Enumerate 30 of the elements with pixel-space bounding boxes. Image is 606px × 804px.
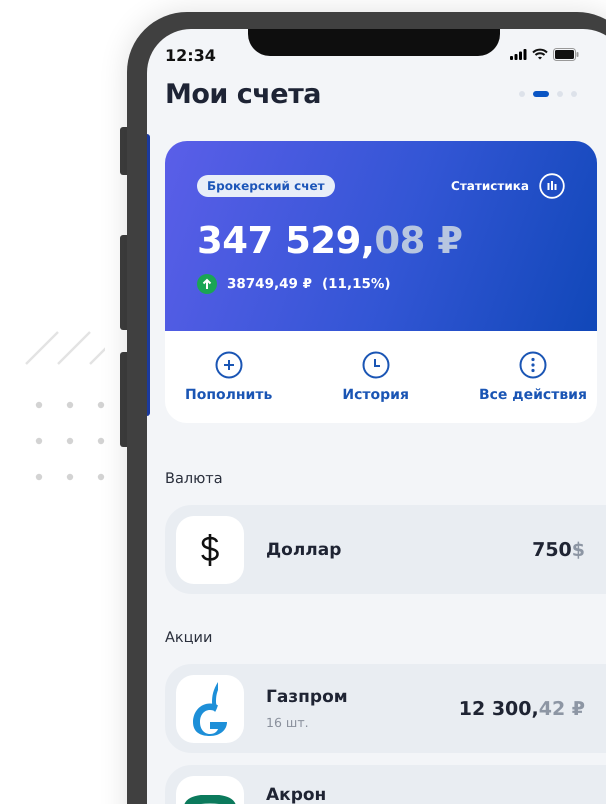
asset-row[interactable]: Акрон <box>165 765 606 804</box>
asset-name: Акрон <box>266 785 328 804</box>
section-heading: Валюта <box>165 471 224 487</box>
asset-name: Газпром <box>266 687 349 707</box>
signal-icon <box>510 48 527 60</box>
asset-name: Доллар <box>266 540 342 560</box>
status-time: 12:34 <box>165 44 216 64</box>
balance-change: 38749,49 ₽ <box>227 276 312 292</box>
clock-icon <box>362 351 390 379</box>
card-action-button[interactable]: История <box>342 351 409 423</box>
account-type-badge: Брокерский счет <box>197 175 335 197</box>
asset-amount: 12 300,42 ₽ <box>458 698 585 720</box>
asset-quantity: 16 шт. <box>266 715 310 730</box>
section-heading: Акции <box>165 630 214 646</box>
page-title: Мои счета <box>165 78 321 110</box>
battery-icon <box>553 48 579 60</box>
card-action-button[interactable]: Пополнить <box>185 351 272 423</box>
asset-row[interactable]: Газпром 16 шт. 12 300,42 ₽ <box>165 664 606 753</box>
balance-change-percent: (11,15%) <box>322 276 391 292</box>
dollar-icon <box>199 532 221 566</box>
more-icon <box>518 351 547 379</box>
asset-amount: 750$ <box>532 538 585 560</box>
card-action-button[interactable]: Все действия <box>478 351 587 423</box>
wifi-icon <box>532 48 548 60</box>
asset-row[interactable]: Доллар 750$ <box>165 505 606 594</box>
plus-icon <box>214 351 243 379</box>
balance-amount: 347 529,08 ₽ <box>197 219 464 262</box>
statistics-link[interactable]: Статистика <box>451 179 529 193</box>
bar-chart-icon[interactable] <box>539 173 565 199</box>
flame-logo-icon <box>192 682 228 736</box>
